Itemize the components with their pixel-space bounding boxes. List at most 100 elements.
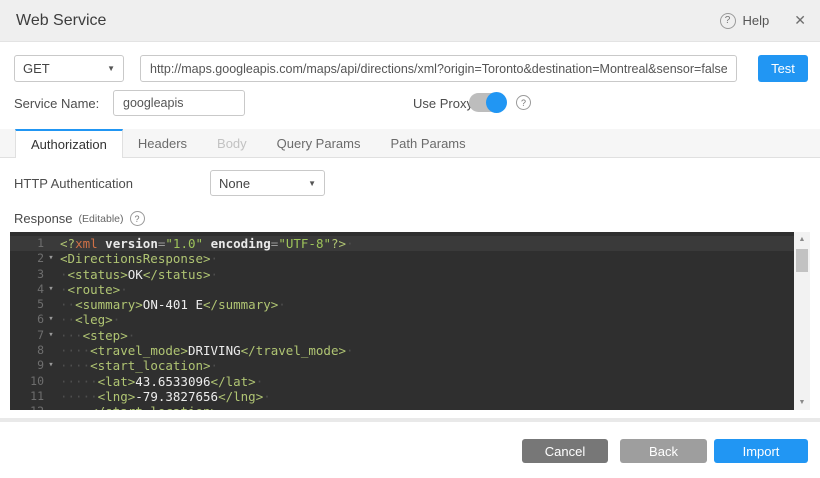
code-line[interactable]: 8 ····<travel_mode>DRIVING</travel_mode>· — [10, 343, 794, 358]
chevron-down-icon: ▼ — [107, 64, 115, 73]
code-text: ·····<lng>-79.3827656</lng>· — [60, 389, 794, 404]
http-auth-value: None — [219, 176, 250, 191]
close-icon[interactable]: ✕ — [794, 12, 806, 29]
line-gutter: 6▾ — [10, 312, 60, 327]
cancel-button[interactable]: Cancel — [522, 439, 608, 463]
code-text: ··<leg>· — [60, 312, 794, 327]
line-gutter: 3 — [10, 267, 60, 282]
test-button[interactable]: Test — [758, 55, 808, 82]
back-button[interactable]: Back — [620, 439, 707, 463]
code-line[interactable]: 5 ··<summary>ON-401 E</summary>· — [10, 297, 794, 312]
code-line[interactable]: 1 <?xml version="1.0" encoding="UTF-8"?>· — [10, 236, 794, 251]
toggle-knob — [486, 92, 507, 113]
line-number: 6 — [10, 312, 44, 327]
fold-spacer — [44, 404, 58, 410]
code-text: ··<summary>ON-401 E</summary>· — [60, 297, 794, 312]
code-text: ····</start_location>· — [60, 404, 794, 410]
fold-spacer — [44, 374, 58, 389]
line-number: 9 — [10, 358, 44, 373]
line-number: 8 — [10, 343, 44, 358]
line-number: 2 — [10, 251, 44, 266]
line-number: 12 — [10, 404, 44, 410]
code-text: ·<status>OK</status>· — [60, 267, 794, 282]
code-line[interactable]: 12 ····</start_location>· — [10, 404, 794, 410]
fold-icon[interactable]: ▾ — [44, 251, 58, 266]
line-gutter: 4▾ — [10, 282, 60, 297]
code-line[interactable]: 9▾····<start_location>· — [10, 358, 794, 373]
scroll-up-icon[interactable]: ▲ — [794, 232, 810, 247]
proxy-help-icon[interactable]: ? — [516, 95, 531, 110]
tab-authorization[interactable]: Authorization — [15, 129, 123, 158]
line-number: 5 — [10, 297, 44, 312]
code-line[interactable]: 7▾···<step>· — [10, 328, 794, 343]
method-select[interactable]: GET ▼ — [14, 55, 124, 82]
line-gutter: 12 — [10, 404, 60, 410]
footer-divider — [0, 418, 820, 422]
help-icon[interactable]: ? — [720, 13, 736, 29]
tab-bar: AuthorizationHeadersBodyQuery ParamsPath… — [0, 129, 820, 158]
line-gutter: 2▾ — [10, 251, 60, 266]
fold-spacer — [44, 267, 58, 282]
line-gutter: 7▾ — [10, 328, 60, 343]
import-button[interactable]: Import — [714, 439, 808, 463]
line-number: 10 — [10, 374, 44, 389]
fold-icon[interactable]: ▾ — [44, 312, 58, 327]
code-line[interactable]: 3 ·<status>OK</status>· — [10, 267, 794, 282]
fold-spacer — [44, 343, 58, 358]
fold-icon[interactable]: ▾ — [44, 328, 58, 343]
fold-icon[interactable]: ▾ — [44, 282, 58, 297]
line-gutter: 11 — [10, 389, 60, 404]
line-number: 4 — [10, 282, 44, 297]
line-number: 11 — [10, 389, 44, 404]
code-lines[interactable]: 1 <?xml version="1.0" encoding="UTF-8"?>·… — [10, 232, 794, 410]
url-input[interactable] — [140, 55, 737, 82]
fold-spacer — [44, 297, 58, 312]
code-line[interactable]: 6▾··<leg>· — [10, 312, 794, 327]
line-gutter: 5 — [10, 297, 60, 312]
service-name-label: Service Name: — [14, 96, 99, 111]
line-gutter: 9▾ — [10, 358, 60, 373]
line-gutter: 10 — [10, 374, 60, 389]
code-text: ···<step>· — [60, 328, 794, 343]
fold-spacer — [44, 236, 58, 251]
response-editable-label: (Editable) — [79, 213, 124, 225]
web-service-dialog: Web Service ? Help ✕ GET ▼ Test Service … — [0, 0, 820, 478]
page-title: Web Service — [16, 12, 106, 30]
fold-icon[interactable]: ▾ — [44, 358, 58, 373]
code-line[interactable]: 10·····<lat>43.6533096</lat>· — [10, 374, 794, 389]
response-editor[interactable]: 1 <?xml version="1.0" encoding="UTF-8"?>·… — [10, 232, 810, 410]
http-auth-label: HTTP Authentication — [14, 176, 133, 191]
response-help-icon[interactable]: ? — [130, 211, 145, 226]
tab-query-params[interactable]: Query Params — [262, 129, 376, 157]
code-text: ····<travel_mode>DRIVING</travel_mode>· — [60, 343, 794, 358]
line-number: 3 — [10, 267, 44, 282]
response-label: Response — [14, 211, 73, 226]
dialog-header: Web Service ? Help ✕ — [0, 0, 820, 42]
fold-spacer — [44, 389, 58, 404]
tab-path-params[interactable]: Path Params — [375, 129, 480, 157]
code-text: ····<start_location>· — [60, 358, 794, 373]
response-label-row: Response (Editable) ? — [14, 211, 145, 226]
help-link[interactable]: Help — [743, 13, 770, 28]
code-text: <DirectionsResponse>· — [60, 251, 794, 266]
code-line[interactable]: 4▾·<route>· — [10, 282, 794, 297]
line-gutter: 1 — [10, 236, 60, 251]
line-number: 1 — [10, 236, 44, 251]
chevron-down-icon: ▼ — [308, 179, 316, 188]
code-text: <?xml version="1.0" encoding="UTF-8"?>· — [60, 236, 794, 251]
line-gutter: 8 — [10, 343, 60, 358]
code-text: ·<route>· — [60, 282, 794, 297]
scrollbar-thumb[interactable] — [796, 249, 808, 272]
code-line[interactable]: 11 ·····<lng>-79.3827656</lng>· — [10, 389, 794, 404]
tab-headers[interactable]: Headers — [123, 129, 202, 157]
use-proxy-toggle[interactable] — [469, 93, 506, 112]
scroll-down-icon[interactable]: ▼ — [794, 395, 810, 410]
http-auth-select[interactable]: None ▼ — [210, 170, 325, 196]
use-proxy-label: Use Proxy: — [413, 96, 477, 111]
tab-body: Body — [202, 129, 262, 157]
editor-scrollbar[interactable]: ▲ ▼ — [794, 232, 810, 410]
service-name-input[interactable] — [113, 90, 245, 116]
method-value: GET — [23, 61, 50, 76]
code-line[interactable]: 2▾<DirectionsResponse>· — [10, 251, 794, 266]
line-number: 7 — [10, 328, 44, 343]
